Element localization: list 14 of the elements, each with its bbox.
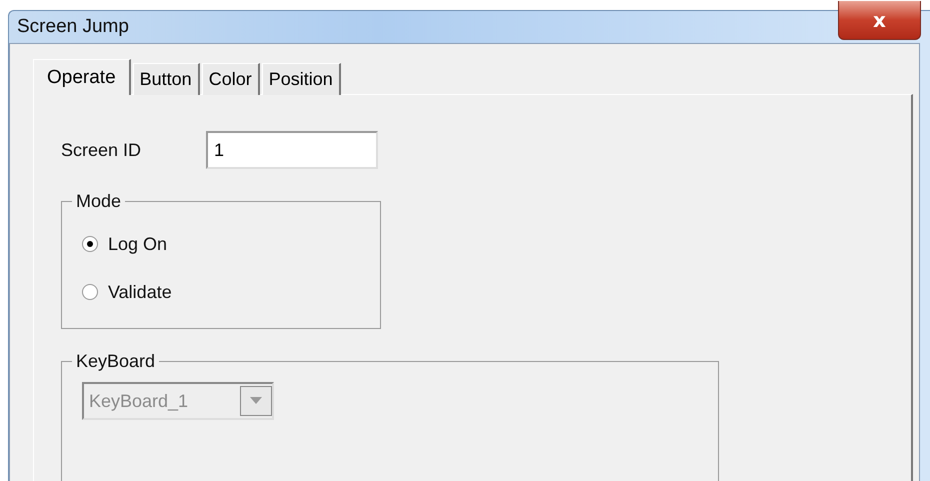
radio-icon[interactable]: [82, 236, 98, 252]
radio-option[interactable]: Validate: [82, 268, 380, 316]
radio-icon[interactable]: [82, 284, 98, 300]
group-title: KeyBoard: [75, 351, 156, 372]
tab[interactable]: Position: [262, 63, 341, 95]
radio-option[interactable]: Log On: [82, 220, 380, 268]
tab[interactable]: Color: [202, 63, 260, 95]
screen-id-label: Screen ID: [61, 140, 142, 160]
group-title: Mode: [75, 191, 122, 212]
window-title: Screen Jump: [17, 16, 129, 38]
close-button[interactable]: x: [838, 1, 921, 40]
screen-id-field[interactable]: 1: [206, 131, 378, 169]
tab[interactable]: Operate: [33, 59, 131, 95]
tab[interactable]: Button: [132, 63, 200, 95]
